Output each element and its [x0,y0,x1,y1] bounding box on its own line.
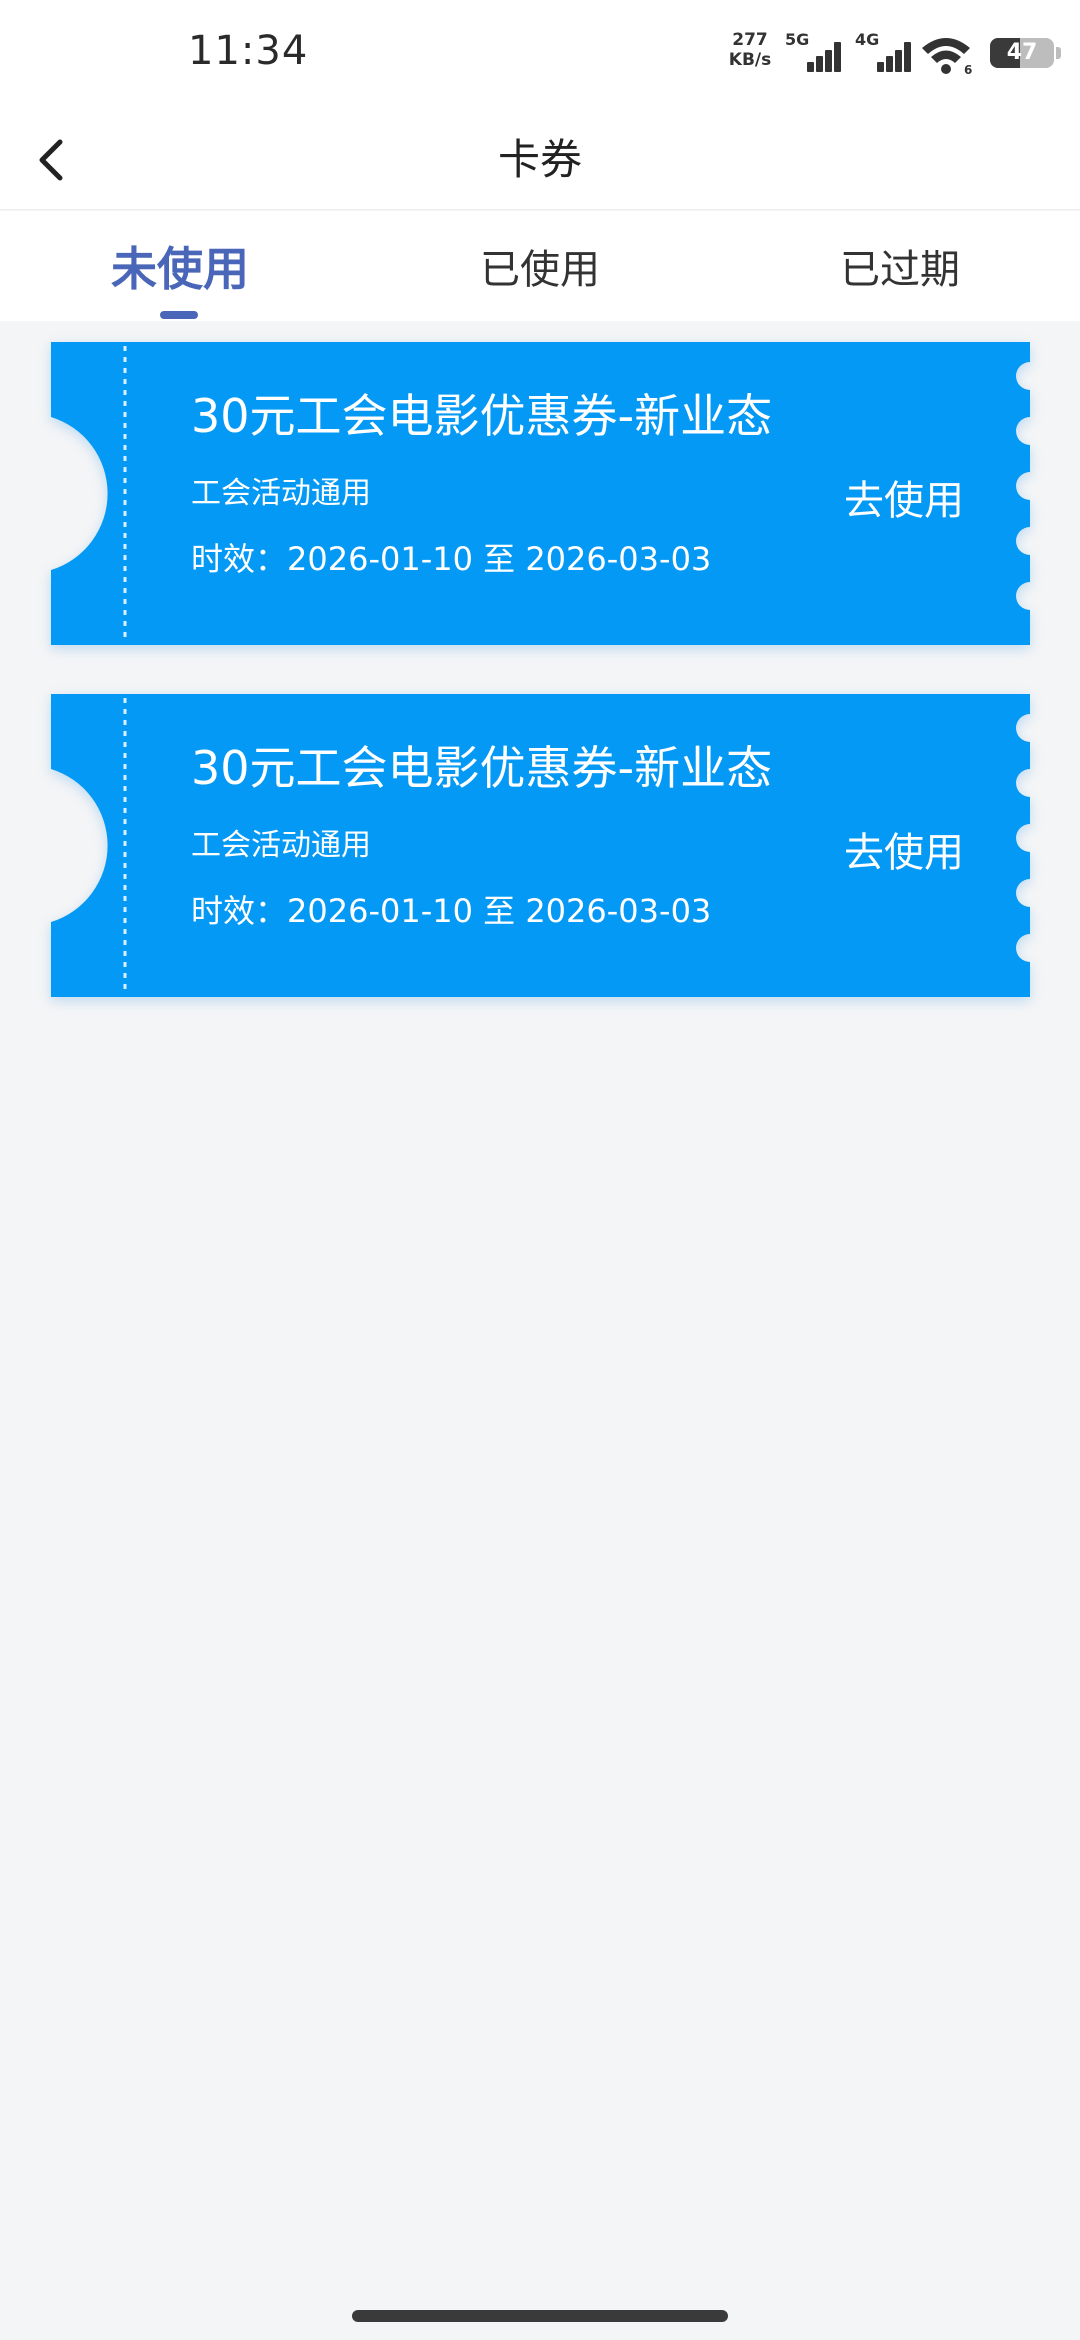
tab-unused[interactable]: 未使用 [0,233,360,299]
battery-icon: 47 [990,38,1054,68]
battery-level: 47 [1006,40,1038,65]
network-speed: 277 KB/s [720,30,780,70]
coupon-card[interactable]: 30元工会电影优惠券-新业态 工会活动通用 时效：2026-01-10 至 20… [51,342,1030,645]
wifi-icon: 6 [922,38,972,74]
wifi-badge: 6 [964,63,972,74]
tab-used[interactable]: 已使用 [360,237,720,295]
tab-active-indicator [160,311,198,319]
use-coupon-button[interactable]: 去使用 [844,820,964,878]
coupon-validity: 时效：2026-01-10 至 2026-03-03 [191,892,712,930]
coupon-list: 30元工会电影优惠券-新业态 工会活动通用 时效：2026-01-10 至 20… [0,342,1080,1046]
home-indicator[interactable] [352,2310,728,2322]
coupon-card[interactable]: 30元工会电影优惠券-新业态 工会活动通用 时效：2026-01-10 至 20… [51,694,1030,997]
tab-expired[interactable]: 已过期 [720,237,1080,295]
coupon-description: 工会活动通用 [191,476,371,511]
tab-bar: 未使用 已使用 已过期 [0,211,1080,321]
coupon-validity: 时效：2026-01-10 至 2026-03-03 [191,540,712,578]
network-speed-value: 277 [732,30,768,50]
network-speed-unit: KB/s [728,50,772,70]
use-coupon-button[interactable]: 去使用 [844,468,964,526]
page-title: 卡券 [497,135,582,184]
coupon-title: 30元工会电影优惠券-新业态 [191,389,773,443]
status-time: 11:34 [188,28,309,74]
status-bar: 11:34 277 KB/s 5G 4G 6 47 [0,0,1080,108]
battery-tip [1056,47,1061,59]
nav-bar: 卡券 [0,108,1080,210]
coupon-title: 30元工会电影优惠券-新业态 [191,741,773,795]
coupon-description: 工会活动通用 [191,828,371,863]
